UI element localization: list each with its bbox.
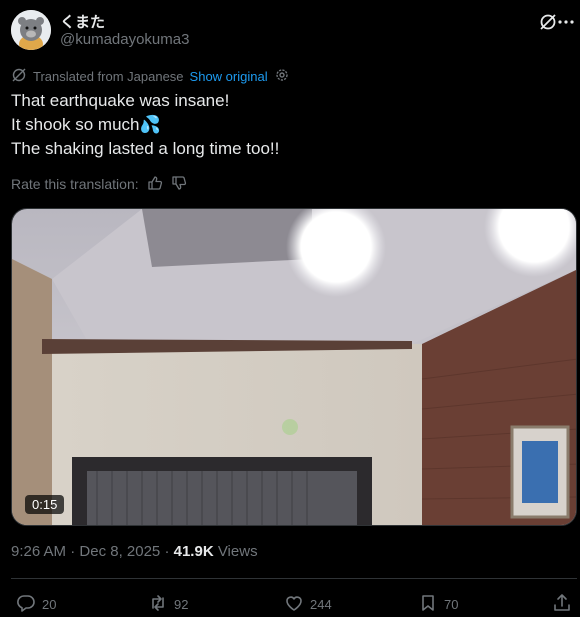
tweet-text: That earthquake was insane! It shook so … (11, 89, 279, 161)
translation-notice: Translated from Japanese Show original (11, 67, 290, 85)
tweet-line: It shook so much💦 (11, 115, 161, 134)
video-frame (12, 209, 576, 525)
translate-icon (11, 67, 27, 86)
bookmark-count: 70 (444, 596, 459, 612)
views-count: 41.9K (173, 543, 214, 560)
action-bar: 20 92 244 70 (0, 592, 580, 616)
video-player[interactable]: 0:15 (11, 208, 577, 526)
share-icon (552, 593, 572, 616)
reply-button[interactable]: 20 (16, 592, 56, 616)
like-count: 244 (310, 596, 332, 612)
meta-separator: · (70, 543, 76, 560)
bookmark-icon (418, 593, 438, 616)
tweet-header: くまた @kumadayokuma3 (11, 10, 580, 50)
thumbs-up-icon[interactable] (147, 175, 163, 194)
divider (11, 578, 577, 579)
tweet-time[interactable]: 9:26 AM (11, 543, 66, 560)
bookmark-button[interactable]: 70 (418, 592, 458, 616)
show-original-link[interactable]: Show original (190, 69, 268, 84)
grok-icon[interactable] (538, 12, 558, 32)
author-display-name[interactable]: くまた (60, 11, 105, 32)
meta-separator: · (164, 543, 170, 560)
like-button[interactable]: 244 (284, 592, 332, 616)
more-icon[interactable] (556, 12, 576, 32)
rate-translation-label: Rate this translation: (11, 176, 139, 192)
repost-icon (148, 593, 168, 616)
share-button[interactable] (552, 592, 572, 616)
repost-count: 92 (174, 596, 189, 612)
heart-icon (284, 593, 304, 616)
reply-icon (16, 593, 36, 616)
reply-count: 20 (42, 596, 57, 612)
translation-notice-text: Translated from Japanese (33, 68, 184, 84)
thumbs-down-icon[interactable] (171, 175, 187, 194)
author-handle[interactable]: @kumadayokuma3 (60, 31, 189, 48)
tweet-line: The shaking lasted a long time too!! (11, 139, 280, 158)
video-duration: 0:15 (25, 495, 65, 514)
tweet-date[interactable]: Dec 8, 2025 (79, 543, 160, 560)
views-label: Views (217, 543, 258, 560)
tweet-line: That earthquake was insane! (11, 91, 230, 110)
avatar[interactable] (11, 10, 51, 50)
repost-button[interactable]: 92 (148, 592, 188, 616)
rate-translation: Rate this translation: (11, 175, 187, 193)
gear-icon[interactable] (274, 67, 290, 86)
tweet-meta: 9:26 AM · Dec 8, 2025 · 41.9K Views (11, 543, 258, 560)
